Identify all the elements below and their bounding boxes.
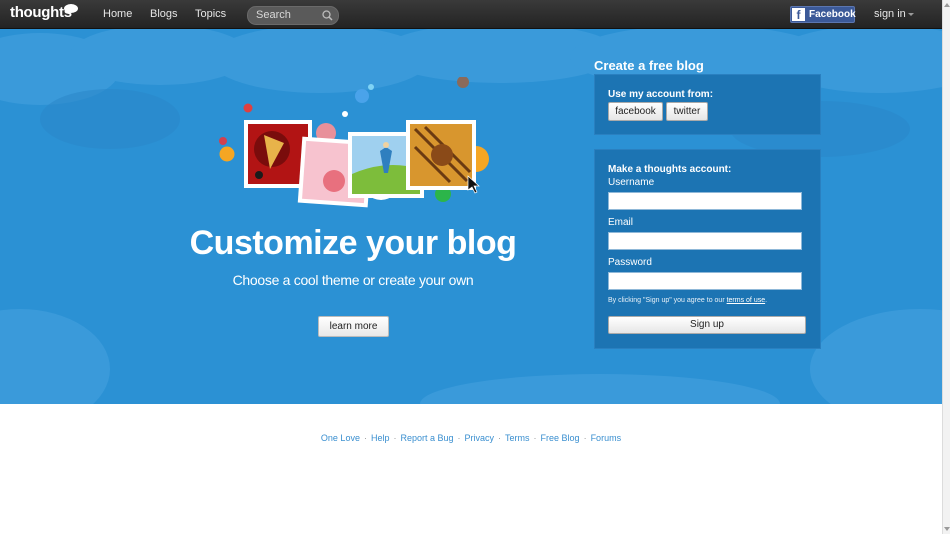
nav-home-link[interactable]: Home bbox=[103, 8, 132, 20]
logo[interactable]: thoughts bbox=[10, 4, 72, 21]
facebook-icon: f bbox=[792, 8, 805, 22]
footer-separator: · bbox=[498, 433, 502, 443]
learn-more-button[interactable]: learn more bbox=[318, 316, 389, 337]
footer-link-terms[interactable]: Terms bbox=[505, 433, 530, 443]
make-account-label: Make a thoughts account: bbox=[608, 164, 732, 175]
search-input[interactable] bbox=[256, 8, 318, 22]
footer-link-free-blog[interactable]: Free Blog bbox=[541, 433, 580, 443]
chevron-down-icon[interactable] bbox=[908, 13, 914, 16]
terms-suffix: . bbox=[765, 297, 768, 304]
footer-separator: · bbox=[393, 433, 397, 443]
hero-section: Customize your blog Choose a cool theme … bbox=[0, 29, 942, 404]
nav-blogs-link[interactable]: Blogs bbox=[150, 8, 178, 20]
footer-separator: · bbox=[583, 433, 587, 443]
top-nav-bar: thoughts Home Blogs Topics f Facebook si… bbox=[0, 0, 942, 29]
footer-separator: · bbox=[363, 433, 367, 443]
vertical-scrollbar[interactable] bbox=[942, 0, 950, 534]
scroll-up-arrow-icon[interactable] bbox=[944, 3, 950, 7]
username-input[interactable] bbox=[608, 192, 802, 210]
footer-link-report-bug[interactable]: Report a Bug bbox=[400, 433, 453, 443]
search-icon[interactable] bbox=[321, 9, 334, 22]
social-signup-panel: Use my account from: facebook twitter bbox=[594, 74, 821, 135]
footer-separator: · bbox=[457, 433, 461, 443]
footer-links: One Love · Help · Report a Bug · Privacy · Terms… bbox=[0, 433, 942, 443]
facebook-signup-button[interactable]: facebook bbox=[608, 102, 663, 121]
search-box bbox=[247, 6, 339, 25]
scroll-down-arrow-icon[interactable] bbox=[944, 527, 950, 531]
nav-topics-link[interactable]: Topics bbox=[195, 8, 226, 20]
terms-prefix: By clicking "Sign up" you agree to our bbox=[608, 297, 727, 304]
sign-up-button[interactable]: Sign up bbox=[608, 316, 806, 334]
facebook-connect-label: Facebook bbox=[809, 9, 856, 20]
terms-notice: By clicking "Sign up" you agree to our t… bbox=[608, 297, 767, 304]
footer-link-forums[interactable]: Forums bbox=[591, 433, 622, 443]
footer-separator: · bbox=[533, 433, 537, 443]
terms-of-use-link[interactable]: terms of use bbox=[727, 297, 766, 304]
hero-title: Customize your blog bbox=[189, 224, 517, 262]
hero-subtitle: Choose a cool theme or create your own bbox=[232, 272, 474, 288]
sign-in-link[interactable]: sign in bbox=[874, 8, 906, 20]
footer-link-privacy[interactable]: Privacy bbox=[465, 433, 495, 443]
logo-bubble-icon bbox=[64, 4, 78, 13]
username-label: Username bbox=[608, 177, 655, 188]
email-label: Email bbox=[608, 217, 634, 228]
footer-link-one-love[interactable]: One Love bbox=[321, 433, 360, 443]
password-label: Password bbox=[608, 257, 652, 268]
twitter-signup-button[interactable]: twitter bbox=[666, 102, 708, 121]
create-blog-title: Create a free blog bbox=[594, 58, 704, 73]
password-input[interactable] bbox=[608, 272, 802, 290]
use-account-label: Use my account from: bbox=[608, 89, 714, 100]
account-signup-panel: Make a thoughts account: Username Email … bbox=[594, 149, 821, 349]
footer-link-help[interactable]: Help bbox=[371, 433, 390, 443]
email-input[interactable] bbox=[608, 232, 802, 250]
facebook-connect-button[interactable]: f Facebook bbox=[790, 6, 856, 23]
